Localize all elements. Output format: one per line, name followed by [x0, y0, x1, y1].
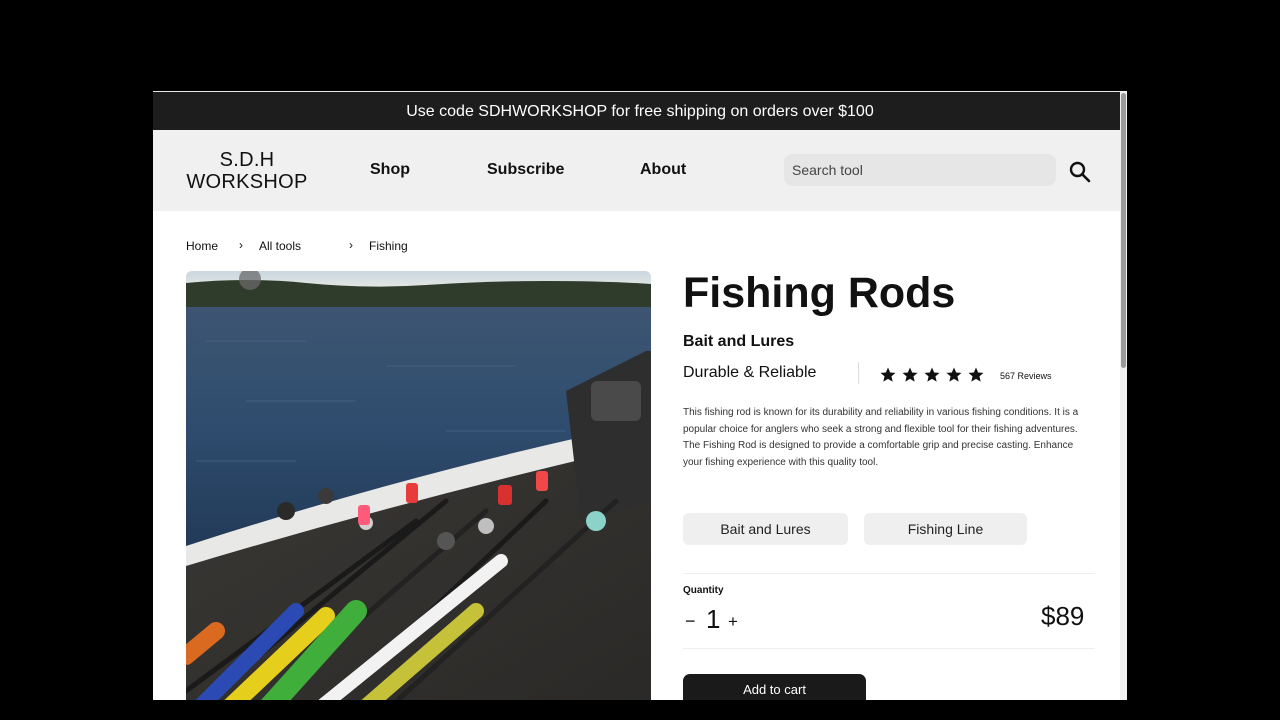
breadcrumb-separator: › [239, 238, 243, 252]
product-tagline: Durable & Reliable [683, 364, 817, 381]
product-price: $89 [1041, 601, 1085, 631]
quantity-label: Quantity [683, 585, 724, 596]
product-page: Use code SDHWORKSHOP for free shipping o… [153, 91, 1127, 700]
scrollbar-thumb[interactable] [1121, 93, 1126, 368]
divider [858, 362, 859, 384]
add-to-cart-button[interactable]: Add to cart [683, 674, 866, 700]
nav-shop[interactable]: Shop [370, 161, 410, 179]
product-category: Bait and Lures [683, 333, 795, 350]
product-image [186, 271, 651, 700]
tag-fishing-line[interactable]: Fishing Line [864, 513, 1027, 545]
star-icon [946, 367, 962, 382]
breadcrumb-all-tools[interactable]: All tools [259, 239, 301, 253]
divider [683, 648, 1095, 649]
site-logo[interactable]: S.D.H WORKSHOP [186, 149, 308, 193]
nav-subscribe[interactable]: Subscribe [487, 161, 564, 179]
logo-line-1: S.D.H [219, 149, 275, 171]
quantity-value: 1 [706, 604, 721, 634]
nav-about[interactable]: About [640, 161, 686, 179]
review-count[interactable]: 567 Reviews [1000, 371, 1052, 381]
breadcrumb-fishing[interactable]: Fishing [369, 239, 408, 253]
breadcrumb-home[interactable]: Home [186, 239, 218, 253]
search-input[interactable] [784, 154, 1056, 186]
logo-line-2: WORKSHOP [186, 171, 308, 193]
search-icon[interactable] [1068, 160, 1092, 184]
star-icon [880, 367, 896, 382]
star-icon [924, 367, 940, 382]
star-icon [968, 367, 984, 382]
product-description: This fishing rod is known for its durabi… [683, 407, 1079, 468]
page-scrollbar[interactable] [1120, 91, 1127, 700]
quantity-increment-button[interactable]: + [728, 612, 738, 632]
site-header: S.D.H WORKSHOP Shop Subscribe About [153, 130, 1127, 211]
product-title: Fishing Rods [683, 269, 956, 317]
tag-bait-and-lures[interactable]: Bait and Lures [683, 513, 848, 545]
divider [683, 573, 1095, 574]
quantity-decrement-button[interactable]: − [685, 611, 696, 632]
breadcrumb-separator: › [349, 238, 353, 252]
promo-banner: Use code SDHWORKSHOP for free shipping o… [153, 91, 1127, 130]
star-icon [902, 367, 918, 382]
